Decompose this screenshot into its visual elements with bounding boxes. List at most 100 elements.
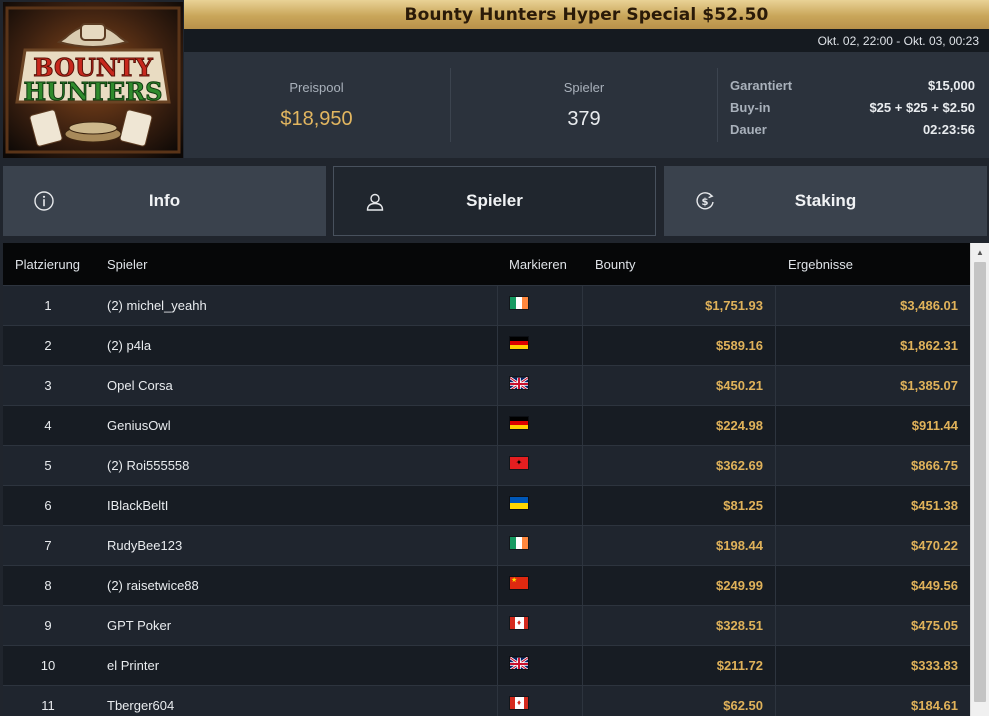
tab-staking-label: Staking [794,191,857,210]
scroll-up-icon[interactable]: ▲ [971,243,989,261]
player-name-cell[interactable]: RudyBee123 [107,526,497,565]
flag-cell: ♦ [497,686,583,716]
table-row[interactable]: 9 GPT Poker ♦ $328.51 $475.05 [3,605,970,645]
bounty-cell: $328.51 [583,606,776,645]
table-row[interactable]: 6 IBlackBeltI $81.25 $451.38 [3,485,970,525]
duration-row: Dauer 02:23:56 [730,118,975,140]
player-name-cell[interactable]: Tberger604 [107,686,497,716]
tab-info[interactable]: Info [3,166,326,236]
bounty-cell: $224.98 [583,406,776,445]
svg-text:$: $ [702,197,709,208]
buyin-label: Buy-in [730,99,771,115]
table-row[interactable]: 3 Opel Corsa $450.21 $1,385.07 [3,365,970,405]
prizepool-value: $18,950 [280,108,353,130]
bounty-cell: $81.25 [583,486,776,525]
placement-cell: 1 [44,298,52,313]
dollar-cycle-icon: $ [696,192,714,210]
placement-cell: 4 [44,418,52,433]
flag-cell [497,526,583,565]
table-row[interactable]: 8 (2) raisetwice88 ★ $249.99 $449.56 [3,565,970,605]
player-name-cell[interactable]: GeniusOwl [107,406,497,445]
info-icon [34,191,54,211]
player-name-cell[interactable]: (2) michel_yeahh [107,286,497,325]
flag-uk-icon [509,375,529,390]
player-name-cell[interactable]: (2) raisetwice88 [107,566,497,605]
players-label: Spieler [563,80,605,95]
buyin-value: $25 + $25 + $2.50 [869,99,975,115]
bounty-cell: $249.99 [583,566,776,605]
flag-ireland-icon [509,535,529,550]
table-row[interactable]: 10 el Printer $211.72 $333.83 [3,645,970,685]
guaranteed-label: Garantiert [730,77,793,93]
column-header-placement[interactable]: Platzierung [15,257,80,272]
scroll-thumb[interactable] [974,262,986,702]
table-row[interactable]: 1 (2) michel_yeahh $1,751.93 $3,486.01 [3,285,970,325]
bounty-cell: $450.21 [583,366,776,405]
players-value: 379 [567,108,601,130]
flag-canada-icon: ♦ [509,695,529,710]
tournament-details: Garantiert $15,000 Buy-in $25 + $25 + $2… [730,74,975,140]
tournament-title-bar: Bounty Hunters Hyper Special $52.50 [184,0,989,29]
result-cell: $451.38 [911,498,958,513]
prizepool-label: Preispool [289,80,344,95]
player-name-cell[interactable]: IBlackBeltI [107,486,497,525]
table-row[interactable]: 4 GeniusOwl $224.98 $911.44 [3,405,970,445]
flag-cell: ✦ [497,446,583,485]
players-stat: Spieler 379 [451,52,717,158]
flag-cell: ★ [497,566,583,605]
player-name-cell[interactable]: (2) Roi555558 [107,446,497,485]
duration-value: 02:23:56 [922,121,975,137]
table-header: Platzierung Spieler Markieren Bounty Erg… [3,243,970,285]
player-name-cell[interactable]: (2) p4la [107,326,497,365]
player-name-cell[interactable]: el Printer [107,646,497,685]
placement-cell: 8 [44,578,52,593]
flag-china-icon: ★ [509,575,529,590]
flag-ireland-icon [509,295,529,310]
tournament-lobby: BOUNTY HUNTERS Bounty Hunters Hyper Spec… [0,0,989,716]
tab-players[interactable]: Spieler [333,166,656,236]
result-cell: $470.22 [911,538,958,553]
stats-panel: Preispool $18,950 Spieler 379 Garantiert… [184,52,989,158]
table-row[interactable]: 7 RudyBee123 $198.44 $470.22 [3,525,970,565]
result-cell: $866.75 [911,458,958,473]
player-name-cell[interactable]: GPT Poker [107,606,497,645]
column-header-player[interactable]: Spieler [107,257,147,272]
guaranteed-value: $15,000 [928,77,975,93]
placement-cell: 11 [41,698,55,713]
tab-info-label: Info [148,191,181,210]
table-scrollbar[interactable]: ▲ [970,243,989,716]
tab-staking[interactable]: $ Staking [664,166,987,236]
date-range-bar: Okt. 02, 22:00 - Okt. 03, 00:23 [184,29,989,52]
flag-germany-icon [509,415,529,430]
duration-label: Dauer [730,121,767,137]
table-row[interactable]: 2 (2) p4la $589.16 $1,862.31 [3,325,970,365]
players-table: Platzierung Spieler Markieren Bounty Erg… [3,243,970,716]
column-header-mark[interactable]: Markieren [509,257,567,272]
flag-albania-icon: ✦ [509,455,529,470]
tournament-title: Bounty Hunters Hyper Special $52.50 [404,4,769,25]
date-range: Okt. 02, 22:00 - Okt. 03, 00:23 [817,33,979,48]
result-cell: $911.44 [911,418,958,433]
table-row[interactable]: 11 Tberger604 ♦ $62.50 $184.61 [3,685,970,716]
table-row[interactable]: 5 (2) Roi555558 ✦ $362.69 $866.75 [3,445,970,485]
player-name-cell[interactable]: Opel Corsa [107,366,497,405]
tournament-logo: BOUNTY HUNTERS [3,2,183,158]
placement-cell: 10 [40,658,56,673]
flag-uk-icon [509,655,529,670]
flag-cell [497,326,583,365]
bounty-cell: $362.69 [583,446,776,485]
flag-cell [497,366,583,405]
flag-cell [497,406,583,445]
bounty-cell: $1,751.93 [583,286,776,325]
result-cell: $1,862.31 [900,338,958,353]
result-cell: $184.61 [911,698,958,713]
placement-cell: 3 [44,378,52,393]
column-header-results[interactable]: Ergebnisse [788,257,853,272]
column-header-bounty[interactable]: Bounty [595,257,635,272]
guaranteed-row: Garantiert $15,000 [730,74,975,96]
placement-cell: 7 [44,538,52,553]
placement-cell: 6 [44,498,52,513]
flag-cell [497,646,583,685]
flag-cell [497,286,583,325]
bounty-cell: $198.44 [583,526,776,565]
